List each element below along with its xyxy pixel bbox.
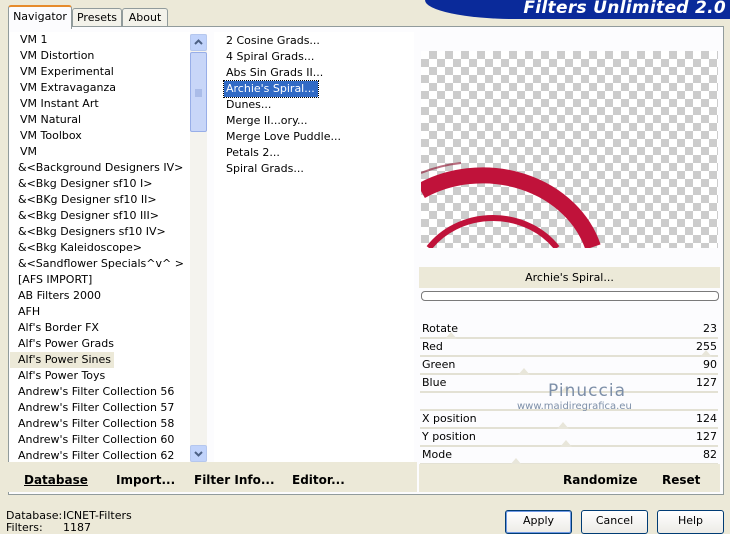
param-value[interactable]: 82 (703, 447, 717, 463)
category-item[interactable]: VM (10, 144, 40, 160)
filter-item[interactable]: Dunes... (224, 97, 274, 113)
param-slider-track[interactable] (420, 337, 718, 339)
import-label: Import... (116, 473, 176, 487)
category-item[interactable]: Andrew's Filter Collection 60 (10, 432, 177, 448)
scroll-thumb[interactable] (190, 52, 207, 132)
title-banner: Filters Unlimited 2.0 (425, 0, 730, 19)
category-item[interactable]: Alf's Power Toys (10, 368, 108, 384)
editor-button[interactable]: Editor... (292, 473, 345, 487)
tab-navigator[interactable]: Navigator (8, 5, 72, 29)
preview-title: Archie's Spiral... (419, 267, 720, 288)
param-value[interactable]: 124 (696, 411, 717, 427)
category-item[interactable]: &<Bkg Designer sf10 I> (10, 176, 156, 192)
watermark-name: Pinuccia (548, 381, 626, 401)
param-value[interactable]: 23 (703, 321, 717, 337)
category-item[interactable]: VM Natural (10, 112, 84, 128)
category-item[interactable]: VM Distortion (10, 48, 97, 64)
scroll-up-button[interactable] (190, 34, 207, 51)
param-slider-handle[interactable] (557, 422, 569, 429)
help-button[interactable]: Help (657, 510, 724, 534)
category-item[interactable]: Alf's Power Sines (10, 352, 114, 368)
database-button[interactable]: Database (24, 473, 88, 487)
param-slider-handle[interactable] (518, 368, 530, 375)
category-item[interactable]: Andrew's Filter Collection 58 (10, 416, 177, 432)
category-item[interactable]: &<Bkg Kaleidoscope> (10, 240, 145, 256)
watermark-url: www.maidiregrafica.eu (517, 401, 632, 412)
param-value[interactable]: 90 (703, 357, 717, 373)
apply-button[interactable]: Apply (505, 510, 572, 534)
database-label: Database (24, 473, 88, 487)
param-slider-handle[interactable] (560, 440, 572, 447)
category-item[interactable]: VM Toolbox (10, 128, 85, 144)
param-label: Y position (422, 430, 476, 443)
param-value[interactable]: 255 (696, 339, 717, 355)
param-value[interactable]: 127 (696, 375, 717, 391)
scroll-down-button[interactable] (190, 445, 207, 462)
category-item[interactable]: Alf's Power Grads (10, 336, 117, 352)
editor-label: Editor... (292, 473, 345, 487)
category-item[interactable]: VM Extravaganza (10, 80, 119, 96)
banner-title: Filters Unlimited 2.0 (523, 0, 726, 18)
param-value[interactable]: 127 (696, 429, 717, 445)
chevron-down-icon (194, 451, 203, 457)
randomize-button[interactable]: Randomize (563, 473, 637, 487)
reset-button[interactable]: Reset (662, 473, 700, 487)
filter-item[interactable]: Petals 2... (224, 145, 283, 161)
category-item[interactable]: [AFS IMPORT] (10, 272, 95, 288)
filter-list[interactable]: 2 Cosine Grads... 4 Spiral Grads... Abs Si… (214, 32, 414, 464)
category-item[interactable]: VM Instant Art (10, 96, 102, 112)
status-filters-label: Filters: (6, 521, 43, 534)
tab-about[interactable]: About (122, 8, 168, 27)
category-item[interactable]: &<Bkg Designer sf10 III> (10, 208, 162, 224)
param-slider-track[interactable] (420, 355, 718, 357)
filter-item[interactable]: Archie's Spiral... (223, 80, 319, 98)
import-button[interactable]: Import... (116, 473, 175, 487)
category-item[interactable]: &<Background Designers IV> (10, 160, 186, 176)
filter-item[interactable]: Merge II...ory... (224, 113, 311, 129)
category-item[interactable]: AFH (10, 304, 43, 320)
category-item[interactable]: VM 1 (10, 32, 51, 48)
category-item[interactable]: Alf's Border FX (10, 320, 102, 336)
category-list[interactable]: VM 1 VM Distortion VM Experimental VM Extra… (10, 32, 190, 464)
param-label: Rotate (422, 322, 459, 335)
status-filters-value: 1187 (63, 521, 91, 534)
category-item[interactable]: &<Bkg Designers sf10 IV> (10, 224, 169, 240)
cancel-button[interactable]: Cancel (581, 510, 648, 534)
category-item[interactable]: &<Sandflower Specials^v^ > (10, 256, 187, 272)
category-item[interactable]: AB Filters 2000 (10, 288, 104, 304)
param-label: Green (422, 358, 456, 371)
param-label: Red (422, 340, 443, 353)
param-label: Blue (422, 376, 447, 389)
filter-item[interactable]: Abs Sin Grads II... (224, 65, 326, 81)
param-slider-track[interactable] (420, 373, 718, 375)
category-item[interactable]: VM Experimental (10, 64, 117, 80)
filter-item[interactable]: Spiral Grads... (224, 161, 307, 177)
filter-item[interactable]: 2 Cosine Grads... (224, 33, 323, 49)
tab-presets[interactable]: Presets (72, 8, 122, 27)
filter-item[interactable]: 4 Spiral Grads... (224, 49, 317, 65)
chevron-up-icon (194, 39, 203, 45)
preview-image (421, 51, 718, 248)
progress-bar (421, 291, 719, 301)
filter-info-button[interactable]: Filter Info... (194, 473, 275, 487)
category-item[interactable]: Andrew's Filter Collection 56 (10, 384, 177, 400)
filter-info-label: Filter Info... (194, 473, 275, 487)
param-label: Mode (422, 448, 452, 461)
grip-icon (195, 89, 202, 97)
category-item[interactable]: &<BKg Designer sf10 II> (10, 192, 160, 208)
category-item[interactable]: Andrew's Filter Collection 57 (10, 400, 177, 416)
param-label: X position (422, 412, 477, 425)
spiral-preview (421, 162, 601, 248)
filter-item[interactable]: Merge Love Puddle... (224, 129, 344, 145)
category-scrollbar[interactable] (190, 34, 207, 462)
